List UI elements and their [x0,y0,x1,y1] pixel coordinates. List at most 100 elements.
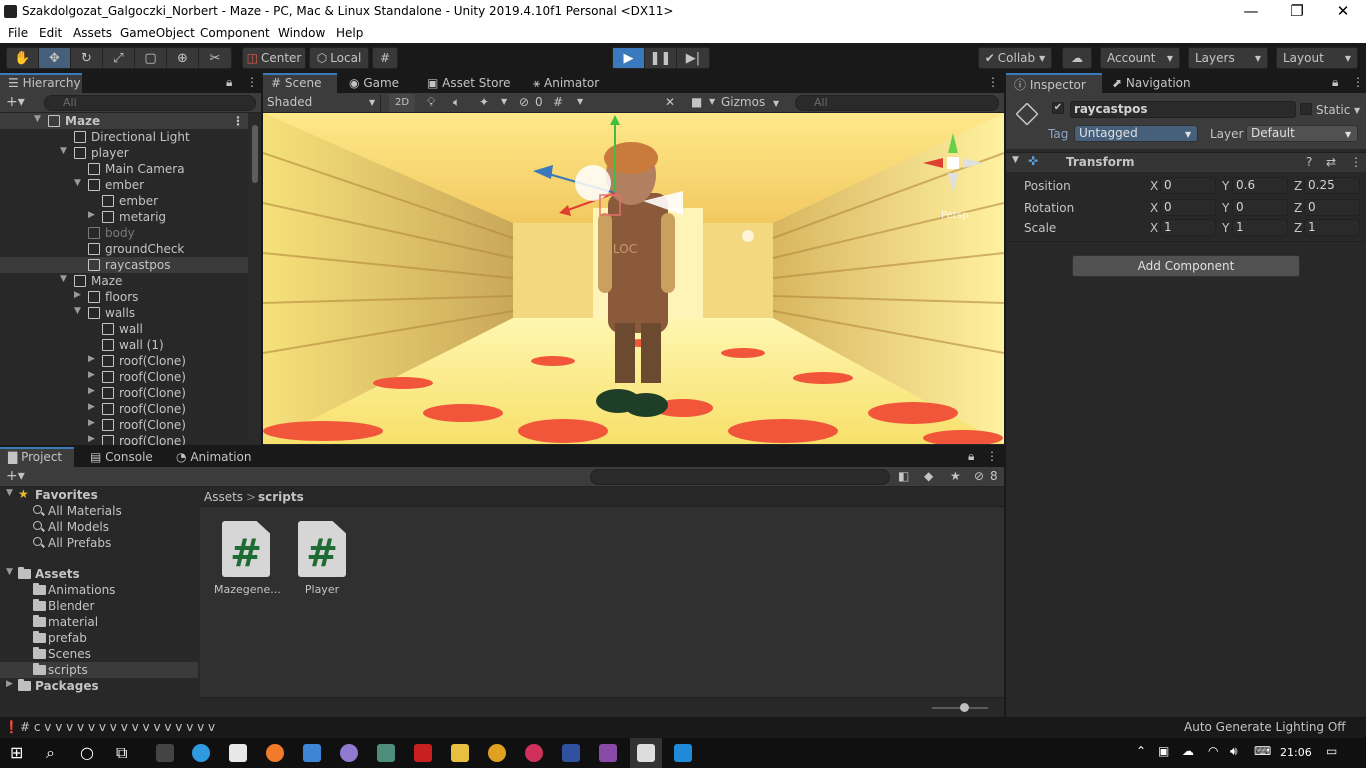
tab-animator[interactable]: ⚹ Animator [525,73,607,93]
hierarchy-row[interactable]: raycastpos [0,257,248,273]
tab-scene[interactable]: # Scene [263,73,337,93]
rotation-z-field[interactable]: 0 [1304,199,1360,216]
scene-viewport[interactable]: LOC Persp [263,113,1004,444]
wifi-icon[interactable]: ◠ [1208,744,1218,758]
scene-root-row[interactable]: ▼ Maze ⋮ [0,113,248,129]
kebab-menu-icon[interactable]: ⋮ [1352,75,1364,89]
packages-header[interactable]: ▶ Packages [0,678,198,694]
folder-item[interactable]: scripts [0,662,198,678]
lock-icon[interactable]: 🔒︎ [1332,75,1338,90]
effects-toggle-icon[interactable]: ✦ [479,95,489,109]
menu-component[interactable]: Component [200,26,270,40]
tray-chevron-up-icon[interactable]: ⌃ [1136,744,1146,758]
chevron-down-icon[interactable]: ▼ [709,97,715,106]
expand-arrow-icon[interactable]: ▶ [88,210,95,220]
windows-start-icon[interactable]: ⊞ [10,743,23,762]
store-icon[interactable] [229,744,247,762]
hand-tool-icon[interactable]: ✋ [7,48,39,68]
hierarchy-row[interactable]: ▶ roof(Clone) [0,433,248,445]
calculator-icon[interactable] [377,744,395,762]
debian-icon[interactable] [525,744,543,762]
task-view-icon[interactable]: ⧉ [116,743,127,763]
filter-label-icon[interactable]: ◆ [924,469,933,483]
chevron-down-icon[interactable]: ▼ [501,97,507,106]
save-app-icon[interactable] [562,744,580,762]
favorite-star-icon[interactable]: ★ [950,469,961,483]
tab-animation[interactable]: ◔ Animation [168,447,260,467]
hierarchy-row[interactable]: ▶ roof(Clone) [0,353,248,369]
tab-game[interactable]: ◉ Game [341,73,407,93]
layers-dropdown[interactable]: Layers ▼ [1188,47,1268,69]
rotation-x-field[interactable]: 0 [1160,199,1216,216]
lock-icon[interactable]: 🔒︎ [968,449,974,464]
transform-tool-icon[interactable]: ⊕ [167,48,199,68]
edge-icon[interactable] [192,744,210,762]
favorite-item[interactable]: All Models [0,519,198,535]
transform-header[interactable]: ▼ ✜ Transform ? ⇄ ⋮ [1006,152,1366,172]
shading-mode-dropdown[interactable]: Shaded ▼ [263,94,381,112]
pivot-local-button[interactable]: ⬡ Local [309,47,369,69]
keyboard-icon[interactable]: ⌨ [1254,744,1271,758]
hierarchy-row[interactable]: ▼ player [0,145,248,161]
unity-taskbar-button[interactable] [630,738,662,768]
create-plus-icon[interactable]: +▾ [6,468,25,484]
search-icon[interactable]: ⌕ [46,743,55,763]
chevron-down-icon[interactable]: ▼ [577,97,583,106]
tab-navigation[interactable]: ⬈ Navigation [1104,73,1199,93]
pause-icon[interactable]: ❚❚ [645,48,677,68]
project-search-input[interactable] [590,469,890,485]
hierarchy-row[interactable]: Main Camera [0,161,248,177]
lock-icon[interactable]: 🔒︎ [226,75,232,90]
breadcrumb-scripts[interactable]: scripts [258,490,304,504]
camera-settings-icon[interactable]: ■ [691,95,702,109]
folder-item[interactable]: Blender [0,598,198,614]
hierarchy-row[interactable]: wall [0,321,248,337]
hierarchy-row[interactable]: ▶ roof(Clone) [0,385,248,401]
hidden-objects-icon[interactable]: ⊘ [519,95,529,109]
kebab-menu-icon[interactable]: ⋮ [246,75,258,89]
gizmos-dropdown[interactable]: Gizmos ▼ [721,95,791,109]
object-name-field[interactable]: raycastpos [1070,101,1296,118]
tray-device-icon[interactable]: ▣ [1158,744,1169,758]
create-plus-icon[interactable]: +▾ [6,94,25,110]
chrome-icon[interactable] [488,744,506,762]
file-explorer-icon[interactable] [451,744,469,762]
favorite-item[interactable]: All Materials [0,503,198,519]
add-component-button[interactable]: Add Component [1072,255,1300,277]
kebab-menu-icon[interactable]: ⋮ [987,75,999,89]
scale-z-field[interactable]: 1 [1304,219,1360,236]
layer-dropdown[interactable]: Default ▼ [1246,125,1358,142]
folder-item[interactable]: Scenes [0,646,198,662]
expand-arrow-icon[interactable]: ▶ [88,386,95,396]
mixer-icon[interactable] [599,744,617,762]
hierarchy-row[interactable]: ▶ roof(Clone) [0,417,248,433]
tab-console[interactable]: ▤ Console [82,447,161,467]
expand-arrow-icon[interactable]: ▶ [88,402,95,412]
hierarchy-row[interactable]: body [0,225,248,241]
breadcrumb-assets[interactable]: Assets [204,490,243,504]
onedrive-icon[interactable]: ☁ [1182,744,1194,758]
volume-icon[interactable]: 🔊︎ [1230,744,1238,759]
hierarchy-row[interactable]: ▼ Maze [0,273,248,289]
icon-size-slider-thumb[interactable] [960,703,969,712]
position-x-field[interactable]: 0 [1160,177,1216,194]
clock-time[interactable]: 21:06 [1280,746,1312,759]
minimize-button[interactable]: — [1228,0,1274,24]
position-z-field[interactable]: 0.25 [1304,177,1360,194]
collapse-arrow-icon[interactable]: ▼ [60,274,67,284]
active-checkbox[interactable]: ✔ [1052,102,1064,114]
move-tool-icon[interactable]: ✥ [39,48,71,68]
expand-arrow-icon[interactable]: ▶ [88,354,95,364]
expand-arrow-icon[interactable]: ▶ [88,370,95,380]
folder-item[interactable]: prefab [0,630,198,646]
toggle-2d-button[interactable]: 2D [389,94,415,112]
hierarchy-search-input[interactable]: All [44,95,256,111]
preset-icon[interactable]: ⇄ [1326,155,1336,169]
collapse-arrow-icon[interactable]: ▼ [34,114,41,124]
grid-toggle-icon[interactable]: # [553,95,563,109]
scrollbar-thumb[interactable] [252,125,258,183]
collab-dropdown[interactable]: ✔ Collab ▼ [978,47,1052,69]
tab-asset-store[interactable]: ▣ Asset Store [419,73,519,93]
lighting-status[interactable]: Auto Generate Lighting Off [1184,720,1346,734]
hierarchy-row[interactable]: groundCheck [0,241,248,257]
